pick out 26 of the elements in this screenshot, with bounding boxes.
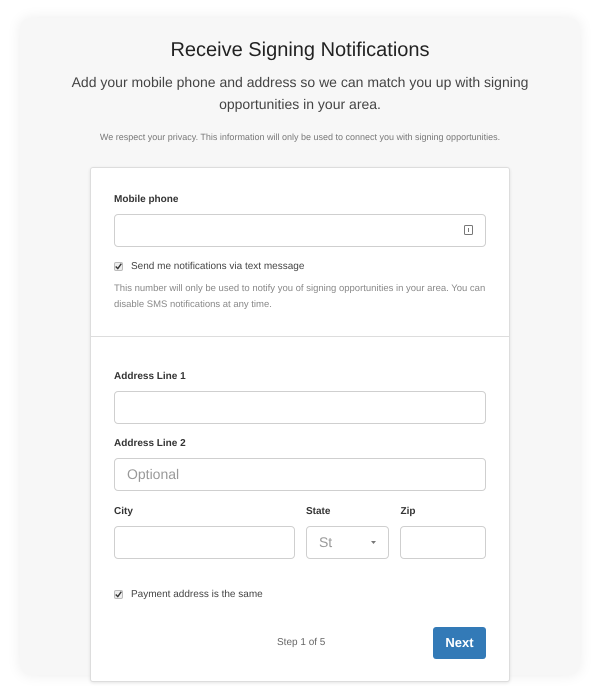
state-select[interactable]: St xyxy=(306,526,390,558)
field-label: Zip xyxy=(400,504,416,518)
checkbox[interactable] xyxy=(114,262,123,270)
field-label: State xyxy=(306,504,332,518)
checkbox-label: Payment address is the same xyxy=(131,588,263,602)
next-button[interactable]: Next xyxy=(433,626,486,658)
address-line-2-field[interactable]: Optional xyxy=(114,458,486,490)
checkmark-icon xyxy=(115,590,122,598)
step-indicator: Step 1 of 5 xyxy=(277,636,326,650)
field-label: Address Line 1 xyxy=(114,370,187,384)
page-title: Receive Signing Notifications xyxy=(170,38,430,63)
zip-field[interactable] xyxy=(400,526,486,558)
contact-card-icon xyxy=(464,225,473,235)
field-label: Mobile phone xyxy=(114,192,180,206)
privacy-note: We respect your privacy. This information will only be used to connect you with signing opportunities. xyxy=(100,131,500,144)
address-line-1-field[interactable] xyxy=(114,390,486,424)
phone-field[interactable] xyxy=(114,214,486,246)
city-field[interactable] xyxy=(114,526,295,558)
checkmark-icon xyxy=(115,262,122,270)
help-text: This number will only be used to notify you of signing opportunities in your area. You can disable SMS notifications at any time. xyxy=(114,282,486,312)
checkbox-label: Send me notifications via text message xyxy=(131,260,304,274)
field-label: Address Line 2 xyxy=(114,436,187,450)
field-label: City xyxy=(114,504,134,518)
page-subtitle: Add your mobile phone and address so we can match you up with signing opportunities in your area. xyxy=(70,73,530,114)
checkbox[interactable] xyxy=(114,590,123,598)
caret-icon xyxy=(371,540,376,544)
